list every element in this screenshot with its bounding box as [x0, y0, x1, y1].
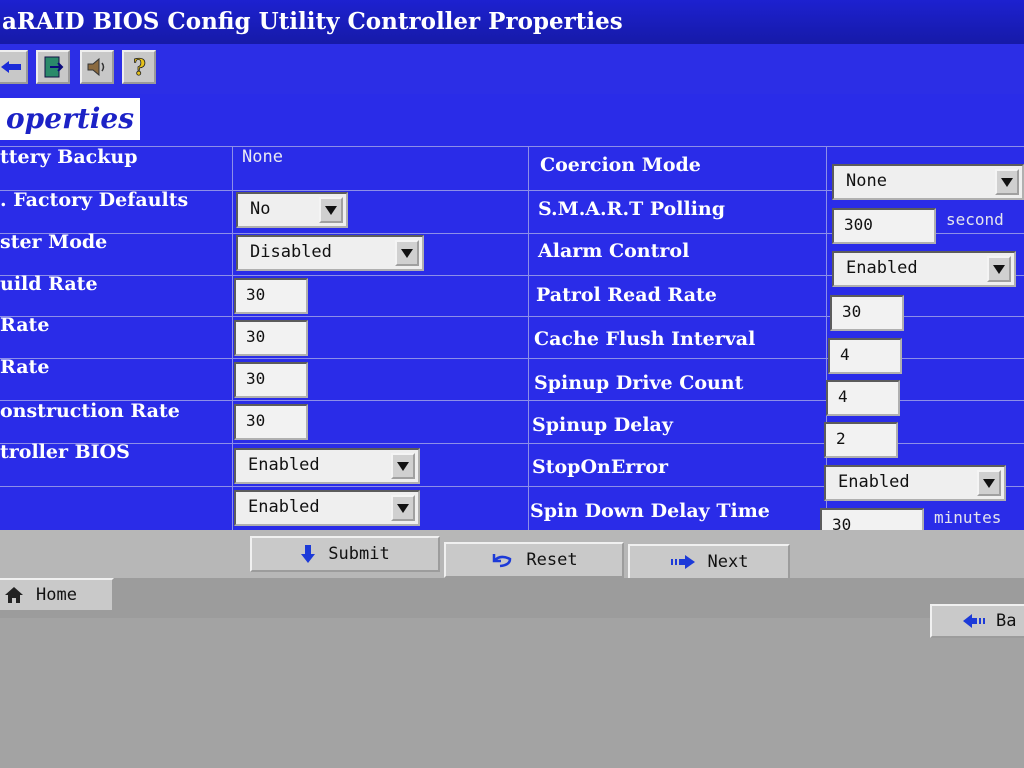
chevron-down-icon[interactable]: [391, 495, 415, 521]
controller-bios-select[interactable]: Enabled: [234, 448, 420, 484]
undo-arrow-icon: [493, 554, 512, 568]
spinup-drive-count-input[interactable]: 4: [826, 380, 900, 416]
label-spinup-delay: Spinup Delay: [532, 414, 673, 436]
home-label: Home: [36, 585, 77, 605]
label-cache-flush-interval: Cache Flush Interval: [534, 328, 756, 350]
help-question-icon[interactable]: ?: [122, 50, 156, 84]
smart-polling-unit: second: [946, 210, 1004, 229]
bgi-rate-input[interactable]: 30: [234, 320, 308, 356]
label-patrol-read-rate: Patrol Read Rate: [536, 284, 717, 306]
coercion-mode-select[interactable]: None: [832, 164, 1024, 200]
reset-label: Reset: [526, 550, 578, 570]
back-arrow-icon[interactable]: [0, 50, 28, 84]
section-title: operties: [0, 98, 140, 140]
toolbar: ?: [0, 44, 1024, 94]
next-button[interactable]: Next: [628, 544, 790, 580]
back-label: Ba: [996, 611, 1017, 631]
spinup-delay-input[interactable]: 2: [824, 422, 898, 458]
label-cluster-mode: ster Mode: [0, 231, 108, 253]
reset-button[interactable]: Reset: [444, 542, 624, 578]
house-icon: [5, 587, 23, 603]
factory-defaults-select[interactable]: No: [236, 192, 348, 228]
submit-label: Submit: [328, 544, 390, 564]
spin-down-delay-unit: minutes: [934, 508, 1002, 527]
chevron-down-icon[interactable]: [319, 197, 343, 223]
label-reconstruction-rate: onstruction Rate: [0, 400, 180, 422]
label-spinup-drive-count: Spinup Drive Count: [534, 372, 744, 394]
chevron-down-icon[interactable]: [987, 256, 1011, 282]
last-row-select[interactable]: Enabled: [234, 490, 420, 526]
label-alarm-control: Alarm Control: [538, 240, 690, 262]
stop-on-error-select[interactable]: Enabled: [824, 465, 1006, 501]
svg-text:?: ?: [133, 55, 146, 79]
speaker-icon[interactable]: [80, 50, 114, 84]
next-label: Next: [707, 552, 749, 572]
down-arrow-icon: [301, 545, 316, 563]
cluster-mode-select[interactable]: Disabled: [236, 235, 424, 271]
right-arrow-icon: [670, 555, 695, 569]
alarm-control-select[interactable]: Enabled: [832, 251, 1016, 287]
cache-flush-interval-input[interactable]: 4: [828, 338, 902, 374]
submit-button[interactable]: Submit: [250, 536, 440, 572]
bottom-area: Ba: [0, 604, 1024, 768]
action-bar: Submit Reset Next: [0, 530, 1024, 580]
label-battery-backup: ttery Backup: [0, 146, 138, 168]
chevron-down-icon[interactable]: [995, 169, 1019, 195]
rebuild-rate-input[interactable]: 30: [234, 278, 308, 314]
home-button[interactable]: Home: [0, 578, 114, 612]
label-cc-rate: Rate: [0, 356, 50, 378]
chevron-down-icon[interactable]: [395, 240, 419, 266]
cc-rate-input[interactable]: 30: [234, 362, 308, 398]
chevron-down-icon[interactable]: [977, 470, 1001, 496]
back-button[interactable]: Ba: [930, 604, 1024, 638]
label-bgi-rate: Rate: [0, 314, 50, 336]
smart-polling-input[interactable]: 300: [832, 208, 936, 244]
battery-backup-value: None: [242, 147, 283, 167]
label-controller-bios: troller BIOS: [0, 441, 130, 463]
window-title: aRAID BIOS Config Utility Controller Pro…: [0, 0, 1024, 44]
label-smart-polling: S.M.A.R.T Polling: [538, 198, 726, 220]
left-arrow-icon: [963, 614, 985, 628]
label-rebuild-rate: uild Rate: [0, 273, 98, 295]
reconstruction-rate-input[interactable]: 30: [234, 404, 308, 440]
controller-properties-panel: operties ttery Backup . Factory Defaults…: [0, 94, 1024, 544]
patrol-read-rate-input[interactable]: 30: [830, 295, 904, 331]
chevron-down-icon[interactable]: [391, 453, 415, 479]
label-stop-on-error: StopOnError: [532, 456, 669, 478]
label-factory-defaults: . Factory Defaults: [0, 189, 189, 211]
label-spin-down-delay-time: Spin Down Delay Time: [530, 500, 770, 522]
navigation-bar: Home: [0, 578, 1024, 618]
exit-door-icon[interactable]: [36, 50, 70, 84]
label-coercion-mode: Coercion Mode: [540, 154, 701, 176]
